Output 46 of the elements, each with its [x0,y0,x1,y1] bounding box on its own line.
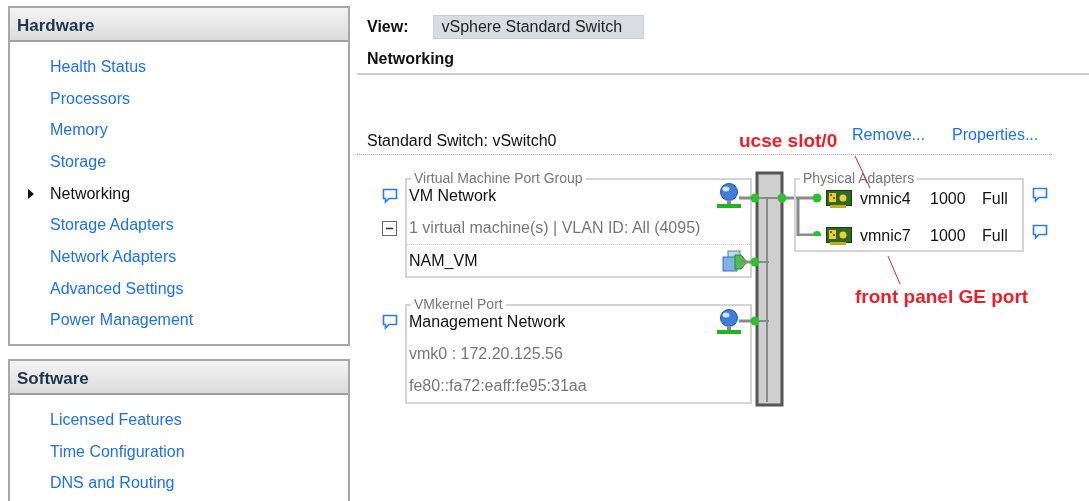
sidebar-link[interactable]: DNS and Routing [50,471,175,496]
section-header: Hardware [10,8,348,42]
sidebar-link[interactable]: Memory [50,118,108,143]
sidebar-link[interactable]: Storage Adapters [50,213,174,238]
sidebar-link[interactable]: Networking [50,181,131,206]
adapter-speed: 1000 [930,225,967,246]
action-link[interactable]: Properties... [952,123,1039,147]
comment-icon[interactable] [1032,187,1048,203]
view-dropdown[interactable]: vSphere Standard Switch [432,15,644,39]
annotation-label: ucse slot/0 [739,129,838,153]
sidebar-link[interactable]: Power Management [50,308,194,333]
network-card-icon [826,189,852,208]
collapse-icon[interactable] [382,221,397,236]
network-card-icon [826,226,852,245]
vm-icon [722,250,748,274]
sidebar-link[interactable]: Network Adapters [50,244,177,269]
sidebar-link[interactable]: Advanced Settings [50,276,184,301]
port-group-name: VM Network [409,186,497,206]
comment-icon[interactable] [1032,224,1048,240]
triangle-icon [28,188,34,199]
adapter-speed: 1000 [930,188,967,209]
globe-icon [717,183,741,209]
port-group-detail: 1 virtual machine(s) | VLAN ID: All (4095) [409,218,701,238]
adapter-duplex: Full [982,188,1008,209]
adapter-name: vmnic4 [860,188,912,209]
globe-icon [717,309,741,335]
leader-line [887,255,901,285]
section-header: Software [10,361,348,396]
annotation-label: front panel GE port [855,285,1029,309]
port-group-detail: vmk0 : 172.20.125.56 [409,344,563,364]
sidebar-link[interactable]: Processors [50,86,131,111]
sidebar-link[interactable]: Health Status [50,54,147,79]
vm-name: NAM_VM [409,250,478,271]
sidebar-link[interactable]: Storage [50,149,107,174]
sidebar-link[interactable]: Time Configuration [50,439,185,464]
adapter-duplex: Full [982,225,1008,246]
comment-icon[interactable] [382,188,398,204]
port-group-detail: fe80::fa72:eaff:fe95:31aa [409,376,587,396]
action-link[interactable]: Remove... [852,123,925,147]
port-group-name: Management Network [409,312,566,332]
sidebar-link[interactable]: Licensed Features [50,408,182,433]
comment-icon[interactable] [382,314,398,330]
section-title: Networking [367,49,455,69]
switch-title: Standard Switch: vSwitch0 [367,131,557,151]
adapter-name: vmnic7 [860,225,912,246]
view-label: View: [367,17,409,37]
